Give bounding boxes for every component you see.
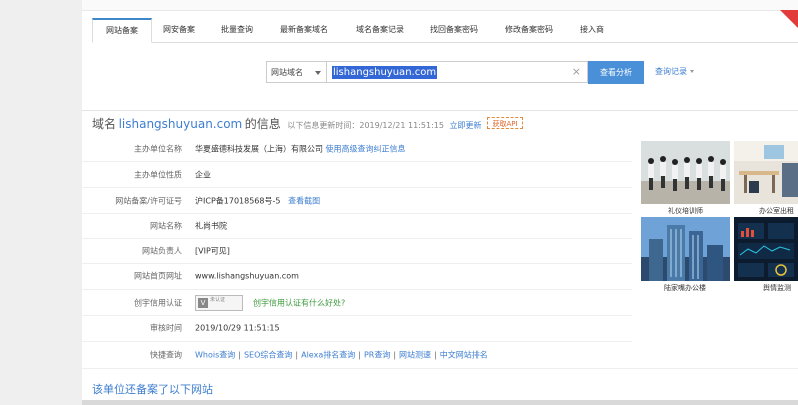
divider xyxy=(82,110,798,111)
top-strip xyxy=(82,0,798,11)
ad-tile-sentiment[interactable] xyxy=(734,217,798,281)
separator: | xyxy=(238,350,241,359)
quick-links: Whois查询 | SEO综合查询 | Alexa排名查询 | PR查询 | 网站测速 | 中文网站… xyxy=(195,349,488,360)
whois-link[interactable]: Whois查询 xyxy=(195,350,235,359)
speed-test-link[interactable]: 网站测速 xyxy=(399,350,431,359)
info-row-license: 网站备案/许可证号 沪ICP备17018568号-5 查看截图 xyxy=(82,188,636,213)
row-value: 华夏盛德科技发展（上海）有限公司 使用高级查询纠正信息 xyxy=(195,143,406,154)
license-number: 沪ICP备17018568号-5 xyxy=(195,196,281,205)
separator: | xyxy=(295,350,299,359)
tab-domain-records[interactable]: 域名备案记录 xyxy=(356,18,404,42)
ad-tile-office-rent[interactable] xyxy=(734,141,798,204)
row-label: 创宇信用认证 xyxy=(134,298,182,307)
clear-icon[interactable]: × xyxy=(572,65,581,78)
title-suffix: 的信息 xyxy=(244,117,281,131)
caret-down-icon xyxy=(690,70,694,73)
badge-text: 未认证 xyxy=(210,296,226,303)
row-value: www.lishangshuyuan.com xyxy=(195,271,299,280)
cn-rank-link[interactable]: 中文网站排名 xyxy=(440,350,488,359)
row-value: V 未认证 创宇信用认证有什么好处? xyxy=(195,294,345,311)
search-input[interactable]: lishangshuyuan.com × xyxy=(326,61,588,83)
row-label: 快捷查询 xyxy=(150,350,182,359)
search-type-label: 网站域名 xyxy=(271,68,303,77)
alexa-link[interactable]: Alexa排名查询 xyxy=(301,350,355,359)
row-label: 网站首页网址 xyxy=(134,271,182,280)
update-time: 以下信息更新时间：2019/12/21 11:51:15 xyxy=(287,121,444,130)
ad-tile-etiquette[interactable] xyxy=(641,141,730,204)
row-value: 2019/10/29 11:51:15 xyxy=(195,323,280,332)
search-button[interactable]: 查看分析 xyxy=(588,61,644,84)
info-row-nature: 主办单位性质 企业 xyxy=(82,162,636,187)
vip-link[interactable]: [VIP可见] xyxy=(195,245,230,256)
other-sites-heading: 该单位还备案了以下网站 xyxy=(92,383,213,396)
view-screenshot-link[interactable]: 查看截图 xyxy=(288,196,320,205)
bottom-strip xyxy=(82,400,798,405)
tab-batch-query[interactable]: 批量查询 xyxy=(221,18,253,42)
row-value: 企业 xyxy=(195,170,211,179)
row-value: 礼尚书院 xyxy=(195,221,227,230)
info-row-site-name: 网站名称 礼尚书院 xyxy=(82,213,636,238)
organizer-name: 华夏盛德科技发展（上海）有限公司 xyxy=(195,144,323,153)
refresh-link[interactable]: 立即更新 xyxy=(450,121,482,130)
ad-caption[interactable]: 陆家嘴办公楼 xyxy=(664,283,706,293)
info-row-homepage: 网站首页网址 www.lishangshuyuan.com xyxy=(82,263,636,288)
history-label: 查询记录 xyxy=(655,67,687,76)
tab-icp-record[interactable]: 网站备案 xyxy=(92,18,152,43)
tab-change-password[interactable]: 修改备案密码 xyxy=(505,18,553,42)
credit-badge: V 未认证 xyxy=(195,294,243,311)
shield-icon: V xyxy=(198,297,208,308)
row-label: 主办单位名称 xyxy=(134,144,182,153)
row-label: 网站负责人 xyxy=(142,246,182,255)
row-label: 网站备案/许可证号 xyxy=(115,196,182,205)
page-title: 域名 lishangshuyuan.com 的信息 以下信息更新时间：2019/… xyxy=(92,115,482,132)
advanced-query-link[interactable]: 使用高级查询纠正信息 xyxy=(326,144,406,153)
row-label: 网站名称 xyxy=(150,221,182,230)
history-dropdown[interactable]: 查询记录 xyxy=(655,66,694,77)
info-row-credit: 创宇信用认证 V 未认证 创宇信用认证有什么好处? xyxy=(82,290,636,315)
people-photo xyxy=(641,141,730,204)
chevron-down-icon xyxy=(315,71,321,75)
office-photo xyxy=(734,141,798,204)
tab-bar: 网站备案 网安备案 批量查询 最新备案域名 域名备案记录 找回备案密码 修改备案… xyxy=(92,18,798,43)
ad-caption[interactable]: 礼仪培训师 xyxy=(668,206,703,216)
tab-latest-domains[interactable]: 最新备案域名 xyxy=(280,18,328,42)
row-label: 审核时间 xyxy=(150,323,182,332)
row-label: 主办单位性质 xyxy=(134,170,182,179)
get-api-button[interactable]: 获取API xyxy=(487,117,523,129)
dashboard-photo xyxy=(734,217,798,281)
ad-caption[interactable]: 办公室出租 xyxy=(759,206,794,216)
search-type-select[interactable]: 网站域名 xyxy=(266,61,326,83)
tab-recover-password[interactable]: 找回备案密码 xyxy=(430,18,478,42)
row-divider xyxy=(82,368,798,369)
ad-tile-lujiazui-office[interactable] xyxy=(641,217,730,281)
info-row-owner: 网站负责人 [VIP可见] xyxy=(82,238,636,263)
info-row-organizer: 主办单位名称 华夏盛德科技发展（上海）有限公司 使用高级查询纠正信息 xyxy=(82,136,636,161)
row-value: 沪ICP备17018568号-5 查看截图 xyxy=(195,195,320,206)
separator: | xyxy=(393,350,397,359)
tab-police-record[interactable]: 网安备案 xyxy=(163,18,195,42)
title-prefix: 域名 xyxy=(92,117,117,131)
info-row-audit-time: 审核时间 2019/10/29 11:51:15 xyxy=(82,315,636,340)
left-margin xyxy=(0,0,82,405)
ad-caption[interactable]: 舆情监测 xyxy=(763,283,791,293)
separator: | xyxy=(358,350,361,359)
info-row-quick-query: 快捷查询 Whois查询 | SEO综合查询 | Alexa排名查询 | PR查询 | 网站测速… xyxy=(82,342,636,367)
pr-link[interactable]: PR查询 xyxy=(364,350,390,359)
title-domain: lishangshuyuan.com xyxy=(118,117,243,131)
building-photo xyxy=(641,217,730,281)
seo-link[interactable]: SEO综合查询 xyxy=(244,350,292,359)
separator: | xyxy=(434,350,437,359)
search-input-value: lishangshuyuan.com xyxy=(332,66,438,79)
credit-info-link[interactable]: 创宇信用认证有什么好处? xyxy=(253,298,345,307)
tab-isp[interactable]: 接入商 xyxy=(580,18,604,42)
